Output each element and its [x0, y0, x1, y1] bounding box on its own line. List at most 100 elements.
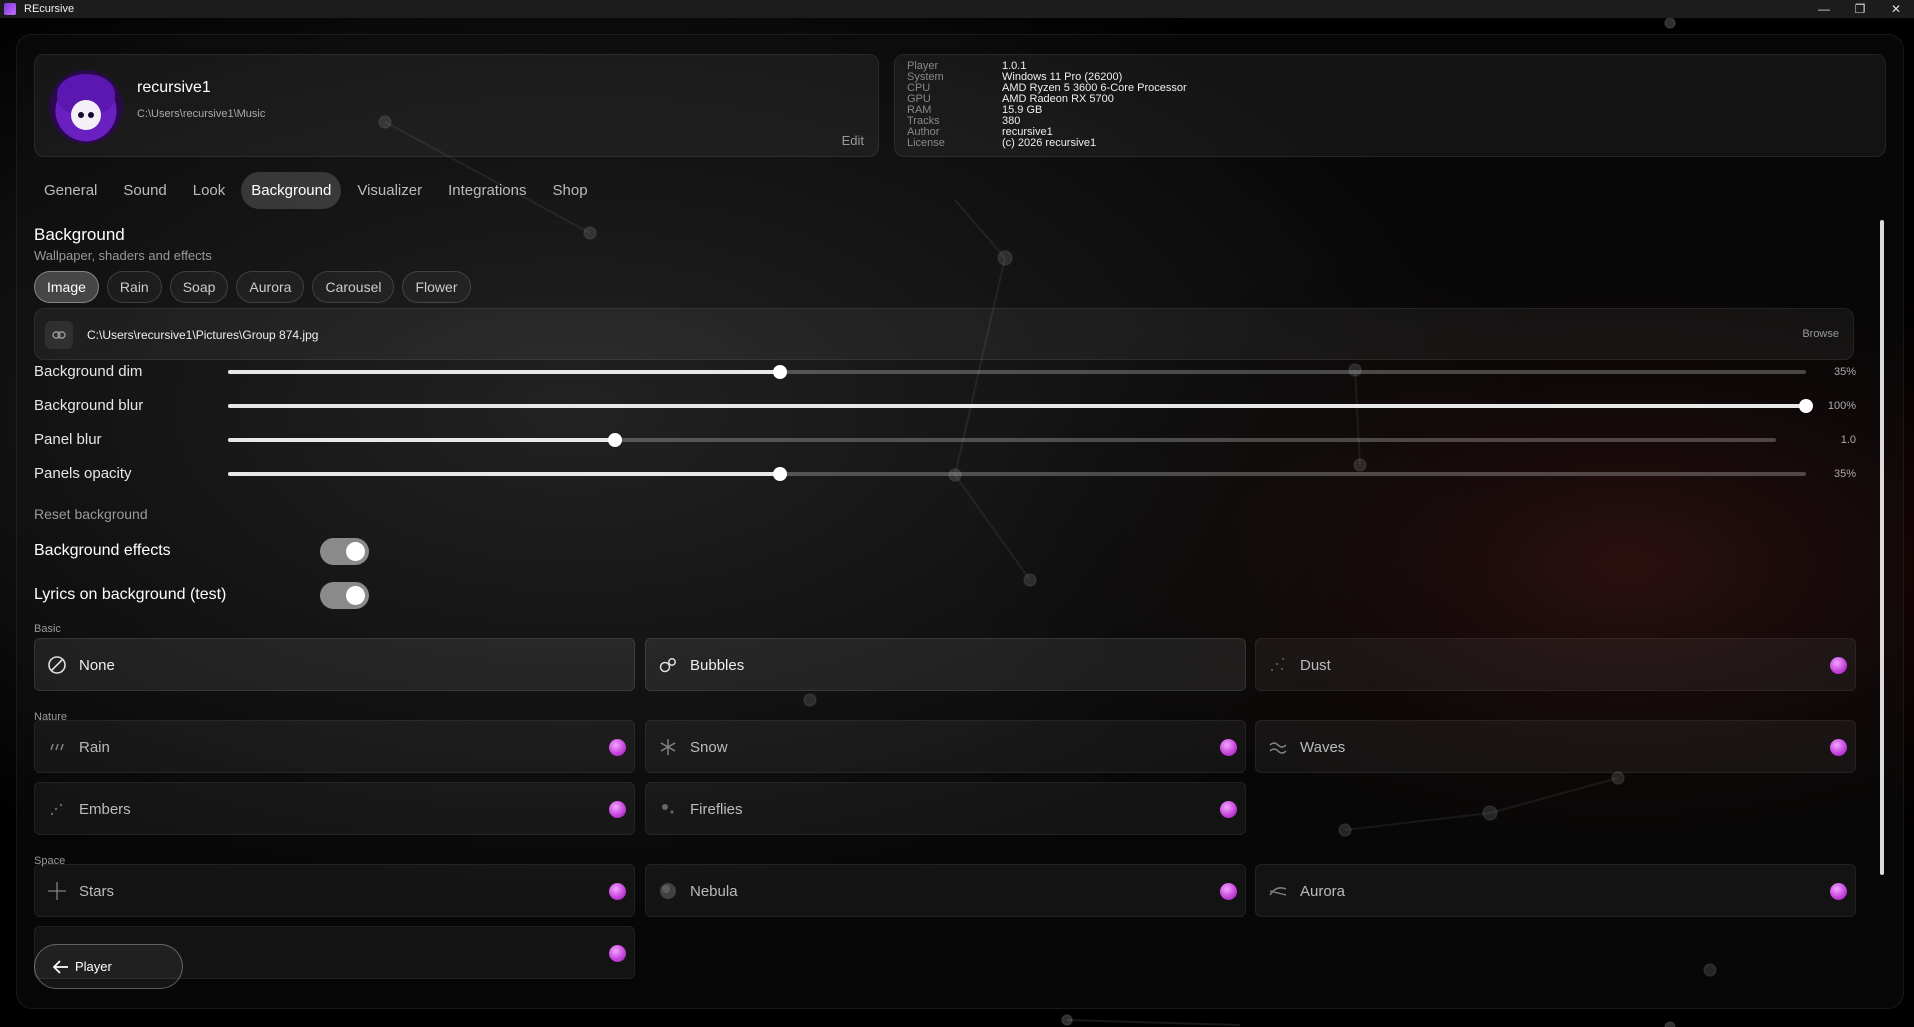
bg-type-rain[interactable]: Rain	[106, 271, 162, 303]
effect-nebula[interactable]: Nebula	[645, 864, 1246, 917]
effect-label: Waves	[1300, 739, 1346, 756]
tab-background[interactable]: Background	[241, 172, 342, 209]
effect-label: Embers	[79, 801, 131, 818]
effect-fireflies[interactable]: Fireflies	[645, 782, 1246, 835]
system-info-card: Player 1.0.1 System Windows 11 Pro (26200) C…	[894, 54, 1886, 157]
rain-icon	[47, 737, 67, 757]
panel-blur-fill	[228, 438, 615, 442]
section-subtitle: Wallpaper, shaders and effects	[34, 248, 212, 263]
bg-type-image[interactable]: Image	[34, 271, 99, 303]
background-blur-row: Background blur 100%	[34, 392, 1856, 420]
tab-general[interactable]: General	[34, 172, 107, 209]
minimize-button[interactable]: —	[1806, 0, 1842, 18]
panels-opacity-slider[interactable]	[228, 467, 1806, 481]
tab-integrations[interactable]: Integrations	[438, 172, 536, 209]
background-blur-label: Background blur	[34, 397, 144, 414]
star-icon	[47, 881, 67, 901]
effect-label: Nebula	[690, 883, 738, 900]
info-row: GPU AMD Radeon RX 5700	[907, 94, 1873, 105]
image-path-bar[interactable]: C:\Users\recursive1\Pictures\Group 874.j…	[34, 308, 1854, 360]
premium-badge-icon	[609, 739, 626, 756]
premium-badge-icon	[609, 945, 626, 962]
panel-blur-row: Panel blur 1.0	[34, 426, 1856, 454]
bg-type-soap[interactable]: Soap	[169, 271, 229, 303]
app-title: REcursive	[24, 3, 75, 15]
browse-button[interactable]: Browse	[1802, 328, 1839, 340]
tab-sound[interactable]: Sound	[113, 172, 176, 209]
settings-tabs: General Sound Look Background Visualizer Inte…	[34, 172, 598, 209]
panel-blur-value: 1.0	[1840, 434, 1856, 446]
background-dim-row: Background dim 35%	[34, 358, 1856, 386]
player-button[interactable]: Player	[34, 944, 183, 989]
effect-embers[interactable]: Embers	[34, 782, 635, 835]
effect-stars[interactable]: Stars	[34, 864, 635, 917]
nebula-icon	[658, 881, 678, 901]
effect-label: Bubbles	[690, 657, 745, 674]
background-blur-slider[interactable]	[228, 399, 1813, 413]
scrollbar[interactable]	[1880, 220, 1884, 875]
effect-label: Dust	[1300, 657, 1331, 674]
background-effects-label: Background effects	[34, 542, 171, 559]
info-value: (c) 2026 recursive1	[1002, 137, 1097, 149]
panel-blur-slider[interactable]	[228, 433, 1776, 447]
background-blur-thumb[interactable]	[1799, 399, 1813, 413]
tab-look[interactable]: Look	[183, 172, 236, 209]
avatar[interactable]	[49, 70, 123, 144]
embers-icon	[47, 799, 67, 819]
restore-button[interactable]: ❐	[1842, 0, 1878, 18]
effect-label: Stars	[79, 883, 115, 900]
effect-aurora[interactable]: Aurora	[1255, 864, 1856, 917]
music-folder-path: C:\Users\recursive1\Music	[137, 108, 266, 120]
snowflake-icon	[658, 737, 678, 757]
panels-opacity-row: Panels opacity 35%	[34, 460, 1856, 488]
effect-none[interactable]: None	[34, 638, 635, 691]
section-title: Background	[34, 225, 125, 244]
background-blur-value: 100%	[1827, 400, 1856, 412]
toggle-knob	[346, 542, 365, 561]
effect-label: Fireflies	[690, 801, 743, 818]
edit-profile-button[interactable]: Edit	[842, 133, 864, 148]
background-dim-slider[interactable]	[228, 365, 1806, 379]
tab-shop[interactable]: Shop	[543, 172, 598, 209]
premium-badge-icon	[609, 801, 626, 818]
bg-type-aurora[interactable]: Aurora	[236, 271, 305, 303]
bg-type-flower[interactable]: Flower	[402, 271, 471, 303]
arrow-left-icon	[53, 959, 68, 974]
effect-rain[interactable]: Rain	[34, 720, 635, 773]
lyrics-on-background-toggle[interactable]	[320, 582, 369, 609]
background-dim-thumb[interactable]	[773, 365, 788, 379]
premium-badge-icon	[1220, 739, 1237, 756]
background-effects-toggle[interactable]	[320, 538, 369, 565]
panels-opacity-thumb[interactable]	[773, 467, 788, 481]
panel-blur-label: Panel blur	[34, 431, 102, 448]
panels-opacity-label: Panels opacity	[34, 465, 132, 482]
effect-label: None	[79, 657, 115, 674]
tab-visualizer[interactable]: Visualizer	[347, 172, 432, 209]
effect-label: Snow	[690, 739, 728, 756]
effect-dust[interactable]: Dust	[1255, 638, 1856, 691]
fireflies-icon	[658, 799, 678, 819]
background-dim-fill	[228, 370, 781, 374]
effect-waves[interactable]: Waves	[1255, 720, 1856, 773]
effect-bubbles[interactable]: Bubbles	[645, 638, 1246, 691]
info-row: License (c) 2026 recursive1	[907, 138, 1873, 149]
background-blur-fill	[228, 404, 1806, 408]
effect-label: Aurora	[1300, 883, 1346, 900]
bg-type-carousel[interactable]: Carousel	[312, 271, 395, 303]
window-controls: — ❐ ✕	[1806, 0, 1914, 18]
reset-background-button[interactable]: Reset background	[34, 506, 148, 522]
app-logo-icon	[4, 3, 16, 15]
background-dim-value: 35%	[1833, 366, 1856, 378]
effect-snow[interactable]: Snow	[645, 720, 1246, 773]
aurora-icon	[1268, 881, 1288, 901]
background-effects-row: Background effects	[34, 536, 374, 566]
effect-label: Rain	[79, 739, 110, 756]
close-button[interactable]: ✕	[1878, 0, 1914, 18]
panel-blur-thumb[interactable]	[608, 433, 622, 447]
waves-icon	[1268, 737, 1288, 757]
info-key: License	[907, 137, 945, 149]
premium-badge-icon	[1830, 883, 1847, 900]
premium-badge-icon	[1830, 657, 1847, 674]
ban-icon	[47, 655, 67, 675]
link-icon	[45, 321, 73, 349]
